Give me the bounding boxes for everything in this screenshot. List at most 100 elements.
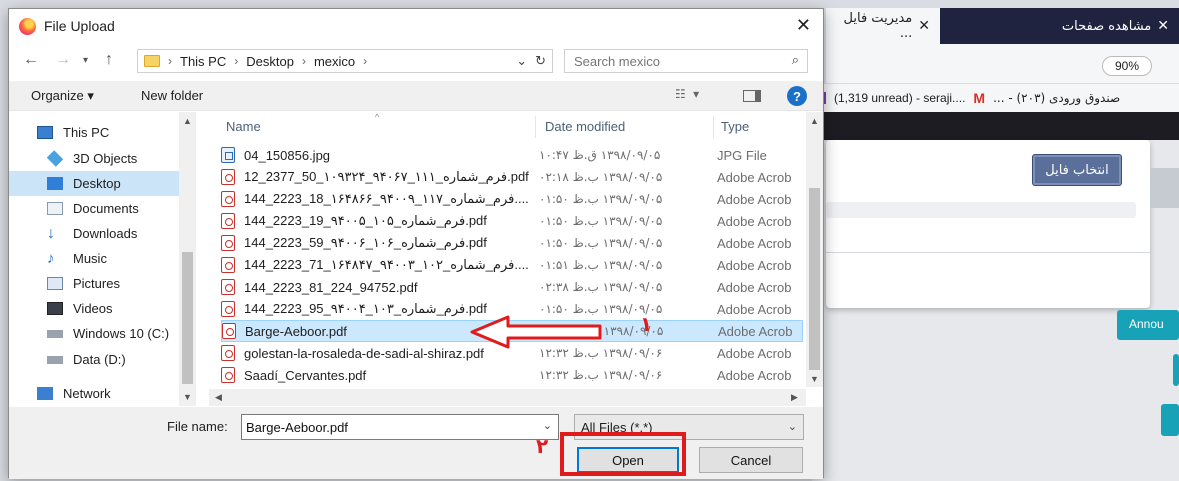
up-arrow-icon[interactable]: ↑ xyxy=(105,51,113,69)
file-row[interactable]: Saadí_Cervantes.pdf ۱۳۹۸/۰۹/۰۶ ب.ظ ۱۲:۳۲… xyxy=(221,364,803,386)
nav-label: Documents xyxy=(73,201,139,216)
organize-button[interactable]: Organize ▾ xyxy=(31,88,94,104)
file-row[interactable]: 144_2223_18_۱۶۴۸۶۶_۹۴۰۰۹_۱۱۷_فرم_شماره..… xyxy=(221,188,803,210)
file-row[interactable]: 144_2223_71_۱۶۴۸۴۷_۹۴۰۰۳_۱۰۲_فرم_شماره..… xyxy=(221,254,803,276)
cancel-button[interactable]: Cancel xyxy=(699,447,803,473)
nav-label: Videos xyxy=(73,301,113,316)
scroll-left-icon[interactable]: ◀ xyxy=(215,392,222,403)
sort-caret-icon: ^ xyxy=(375,112,380,122)
nav-item-network[interactable]: Network xyxy=(9,381,179,406)
nav-item-windows-c[interactable]: Windows 10 (C:) xyxy=(9,321,179,346)
pdf-file-icon xyxy=(221,169,235,185)
breadcrumb-desktop[interactable]: Desktop xyxy=(246,54,294,69)
nav-label: Network xyxy=(63,386,111,401)
refresh-icon[interactable]: ↻ xyxy=(535,53,546,69)
scrollbar-thumb[interactable] xyxy=(182,252,193,384)
jpg-file-icon xyxy=(221,147,235,163)
file-name-input[interactable] xyxy=(242,419,532,435)
download-icon: ↓ xyxy=(47,225,55,242)
forward-arrow-icon[interactable]: → xyxy=(55,51,71,69)
cube-icon xyxy=(46,150,64,167)
search-box[interactable]: ⌕ xyxy=(564,49,808,73)
nav-item-documents[interactable]: Documents xyxy=(9,196,179,221)
nav-label: Windows 10 (C:) xyxy=(73,326,170,341)
file-type: Adobe Acrob xyxy=(717,367,792,383)
chevron-down-icon[interactable]: ⌄ xyxy=(788,420,797,433)
breadcrumb-mexico[interactable]: mexico xyxy=(314,54,355,69)
file-type: Adobe Acrob xyxy=(717,257,792,273)
scroll-down-icon[interactable]: ▼ xyxy=(810,374,819,384)
tab-file-manager[interactable]: ✕ مدیریت فایل ... xyxy=(826,8,940,44)
step-number-2: ۲ xyxy=(536,434,549,458)
tab-close-icon[interactable]: ✕ xyxy=(1157,18,1169,34)
tab-close-icon[interactable]: ✕ xyxy=(918,18,930,34)
dialog-footer: File name: ⌄ All Files (*.*) ⌄ Open Canc… xyxy=(9,407,823,479)
file-name: 144_2223_71_۱۶۴۸۴۷_۹۴۰۰۳_۱۰۲_فرم_شماره..… xyxy=(244,257,529,272)
nav-item-desktop[interactable]: Desktop xyxy=(9,171,179,196)
new-folder-button[interactable]: New folder xyxy=(141,88,203,103)
nav-label: Data (D:) xyxy=(73,352,126,367)
bookmark-inbox[interactable]: صندوق ورودی (۲۰۳) - ... xyxy=(993,91,1120,105)
nav-label: This PC xyxy=(63,125,110,140)
pdf-file-icon xyxy=(221,301,235,317)
step-number-1: ۱ xyxy=(640,312,653,336)
chevron-down-icon[interactable]: ⌄ xyxy=(516,53,527,69)
tab-view-pages[interactable]: ✕ مشاهده صفحات xyxy=(940,8,1179,44)
nav-item-videos[interactable]: Videos xyxy=(9,296,179,321)
column-name[interactable]: Name xyxy=(226,119,261,134)
scroll-up-icon[interactable]: ▲ xyxy=(810,116,819,126)
help-icon[interactable]: ? xyxy=(787,86,807,106)
pdf-file-icon xyxy=(221,257,235,273)
pictures-icon xyxy=(47,277,63,290)
announce-button[interactable]: Annou xyxy=(1117,310,1179,340)
recent-chevron-icon[interactable]: ▾ xyxy=(83,55,88,66)
file-name-field[interactable]: ⌄ xyxy=(241,414,559,440)
column-date[interactable]: Date modified xyxy=(545,119,625,134)
bookmark-gmail[interactable]: (1,319 unread) - seraji.... xyxy=(834,91,965,105)
horizontal-scrollbar[interactable]: ◀ ▶ xyxy=(209,389,806,406)
side-button[interactable] xyxy=(1173,354,1179,386)
choose-file-button[interactable]: انتخاب فایل xyxy=(1032,154,1122,186)
address-bar[interactable]: › This PC › Desktop › mexico › ⌄ ↻ xyxy=(137,49,553,73)
search-icon[interactable]: ⌕ xyxy=(792,52,799,68)
close-icon[interactable]: ✕ xyxy=(796,15,811,36)
file-name: 144_2223_59_۹۴۰۰۶_۱۰۶_فرم_شماره.pdf xyxy=(244,235,487,250)
bookmarks-bar: (1,319 unread) - seraji.... M صندوق ورود… xyxy=(812,84,1179,112)
file-date: ۱۳۹۸/۰۹/۰۵ ب.ظ ۰۲:۱۸ xyxy=(539,170,663,184)
back-arrow-icon[interactable]: ← xyxy=(23,51,39,69)
file-type: Adobe Acrob xyxy=(717,345,792,361)
chevron-down-icon[interactable]: ⌄ xyxy=(543,419,552,432)
preview-pane-icon[interactable] xyxy=(743,90,761,102)
side-button[interactable] xyxy=(1161,404,1179,436)
file-row[interactable]: 144_2223_59_۹۴۰۰۶_۱۰۶_فرم_شماره.pdf ۱۳۹۸… xyxy=(221,232,803,254)
browser-toolbar: 90% xyxy=(826,44,1179,84)
file-row[interactable]: 12_2377_50_۱۰۹۳۲۴_۹۴۰۶۷_۱۱۱_فرم_شماره.pd… xyxy=(221,166,803,188)
nav-item-music[interactable]: ♪ Music xyxy=(9,246,179,271)
nav-item-3d-objects[interactable]: 3D Objects xyxy=(9,146,179,171)
view-options-icon[interactable]: ☷ ▾ xyxy=(675,87,701,101)
file-row[interactable]: 04_150856.jpg ۱۳۹۸/۰۹/۰۵ ق.ظ ۱۰:۴۷ JPG F… xyxy=(221,144,803,166)
file-row[interactable]: 144_2223_19_۹۴۰۰۵_۱۰۵_فرم_شماره.pdf ۱۳۹۸… xyxy=(221,210,803,232)
nav-item-this-pc[interactable]: This PC xyxy=(9,120,179,145)
video-icon xyxy=(47,302,63,315)
network-icon xyxy=(37,387,53,400)
scroll-up-icon[interactable]: ▲ xyxy=(183,116,192,126)
file-date: ۱۳۹۸/۰۹/۰۵ ب.ظ ۰۲:۳۸ xyxy=(539,280,663,294)
scroll-right-icon[interactable]: ▶ xyxy=(791,392,798,403)
zoom-badge[interactable]: 90% xyxy=(1102,56,1152,76)
nav-item-downloads[interactable]: ↓ Downloads xyxy=(9,221,179,246)
scrollbar-thumb[interactable] xyxy=(809,188,820,370)
nav-label: Downloads xyxy=(73,226,138,241)
search-input[interactable] xyxy=(574,53,774,69)
scroll-down-icon[interactable]: ▼ xyxy=(183,392,192,402)
breadcrumb-this-pc[interactable]: This PC xyxy=(180,54,226,69)
file-type: Adobe Acrob xyxy=(717,279,792,295)
computer-icon xyxy=(37,126,53,139)
column-type[interactable]: Type xyxy=(721,119,749,134)
file-list-scrollbar[interactable]: ▲ ▼ xyxy=(806,112,823,387)
nav-item-data-d[interactable]: Data (D:) xyxy=(9,347,179,372)
nav-item-pictures[interactable]: Pictures xyxy=(9,271,179,296)
nav-scrollbar[interactable]: ▲ ▼ xyxy=(179,112,196,406)
file-row[interactable]: 144_2223_81_224_94752.pdf ۱۳۹۸/۰۹/۰۵ ب.ظ… xyxy=(221,276,803,298)
nav-label: Desktop xyxy=(73,176,121,191)
